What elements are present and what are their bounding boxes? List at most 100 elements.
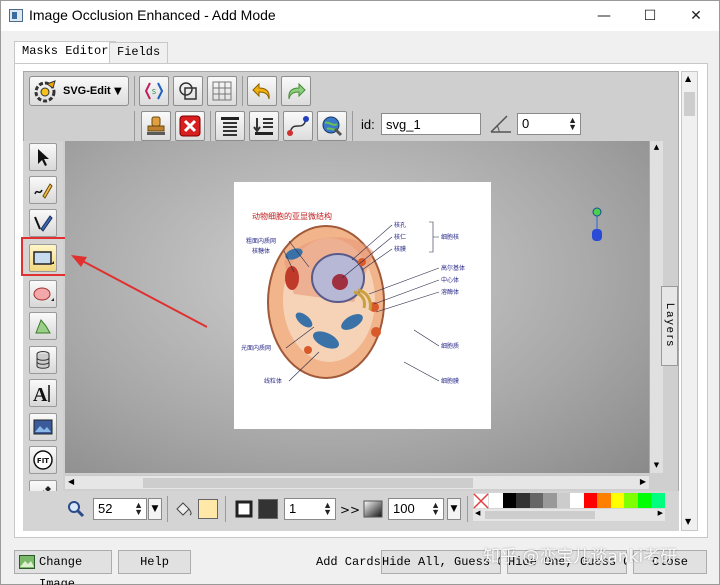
close-window-button[interactable]: ✕ bbox=[673, 1, 719, 31]
database-icon bbox=[36, 351, 50, 369]
polygon-icon bbox=[35, 319, 51, 334]
image-tool[interactable] bbox=[29, 413, 57, 441]
stroke-color-swatch[interactable] bbox=[258, 499, 278, 519]
palette-swatch[interactable] bbox=[610, 493, 625, 508]
tab-masks-editor[interactable]: Masks Editor bbox=[14, 41, 117, 64]
palette-scroll-left-icon[interactable]: ◀ bbox=[475, 509, 480, 517]
hscroll-thumb[interactable] bbox=[143, 478, 473, 488]
stroke-width-value: 1 bbox=[289, 501, 297, 516]
opacity-spin-icon[interactable]: ▲ ▼ bbox=[431, 501, 440, 517]
database-tool[interactable] bbox=[29, 346, 57, 374]
scroll-down-icon[interactable]: ▼ bbox=[685, 517, 691, 526]
palette-swatch[interactable] bbox=[651, 493, 665, 508]
change-image-button[interactable]: Change Image bbox=[14, 550, 112, 585]
stroke-width-field[interactable]: 1 ▲ ▼ bbox=[284, 498, 336, 520]
app-window: Image Occlusion Enhanced - Add Mode — ☐ … bbox=[0, 0, 720, 585]
palette-swatch[interactable] bbox=[489, 493, 503, 508]
palette-scroll-right-icon[interactable]: ▶ bbox=[658, 509, 663, 517]
move-to-bottom-button[interactable] bbox=[249, 111, 279, 141]
ellipse-icon bbox=[33, 287, 54, 301]
opacity-field[interactable]: 100 ▲ ▼ bbox=[388, 498, 444, 520]
label-centrosome: 中心体 bbox=[441, 276, 459, 284]
delete-button[interactable] bbox=[175, 111, 205, 141]
scroll-up-icon[interactable]: ▲ bbox=[685, 74, 691, 83]
select-tool[interactable] bbox=[29, 143, 57, 171]
layers-scroll-up-icon[interactable]: ▲ bbox=[650, 143, 663, 151]
id-field[interactable] bbox=[381, 113, 481, 135]
fit-to-canvas-tool[interactable]: FIT bbox=[29, 446, 57, 474]
scroll-right-icon[interactable]: ▶ bbox=[640, 477, 646, 486]
layers-tab[interactable]: Layers bbox=[661, 286, 678, 366]
palette-scroll-thumb[interactable] bbox=[485, 511, 595, 519]
stroke-width-spin-icon[interactable]: ▲ ▼ bbox=[323, 501, 332, 517]
no-color-icon[interactable] bbox=[473, 493, 489, 509]
grid-button[interactable] bbox=[207, 76, 237, 106]
cell-diagram: 动物细胞的亚显微结构 核孔 核仁 核膜 细胞核 高尔基体 中心体 溶酶体 细胞质… bbox=[241, 211, 465, 385]
redo-icon bbox=[288, 82, 306, 100]
zoom-dropdown[interactable]: ▼ bbox=[148, 498, 162, 520]
label-lysosome: 溶酶体 bbox=[441, 288, 459, 296]
toolbar-divider bbox=[242, 76, 243, 106]
clone-button[interactable] bbox=[141, 111, 171, 141]
angle-field[interactable]: 0 ▲ ▼ bbox=[517, 113, 581, 135]
wireframe-button[interactable] bbox=[173, 76, 203, 106]
watermark: 知乎 @恋宝儿谈anki考研 bbox=[483, 547, 678, 567]
editor-vertical-scrollbar[interactable]: ▲ ▼ bbox=[681, 71, 698, 531]
svg-text:S: S bbox=[152, 88, 156, 96]
palette-swatch[interactable] bbox=[637, 493, 652, 508]
freehand-tool[interactable] bbox=[29, 176, 57, 204]
toolbar-divider bbox=[134, 111, 135, 141]
label-nuclear-pore: 核孔 bbox=[394, 221, 406, 229]
canvas-horizontal-scrollbar[interactable]: ◀ ▶ bbox=[65, 475, 649, 489]
zoom-field[interactable]: 52 ▲ ▼ bbox=[93, 498, 147, 520]
svg-edit-menu-button[interactable]: SVG-Edit ▼ bbox=[29, 76, 129, 106]
opacity-dropdown[interactable]: ▼ bbox=[447, 498, 461, 520]
toolbar-divider bbox=[167, 496, 168, 522]
redo-button[interactable] bbox=[281, 76, 311, 106]
toolbar-divider bbox=[210, 111, 211, 141]
spin-arrows-icon[interactable]: ▲ ▼ bbox=[568, 116, 577, 132]
scroll-thumb[interactable] bbox=[684, 92, 695, 116]
layers-scroll-down-icon[interactable]: ▼ bbox=[650, 461, 663, 469]
palette-swatch[interactable] bbox=[516, 493, 530, 508]
move-bottom-icon bbox=[253, 118, 273, 135]
palette-swatch[interactable] bbox=[583, 493, 598, 508]
ellipse-tool[interactable] bbox=[29, 280, 57, 308]
zoom-spin-icon[interactable]: ▲ ▼ bbox=[134, 501, 143, 517]
path-tool[interactable] bbox=[29, 209, 57, 237]
tab-fields[interactable]: Fields bbox=[109, 42, 169, 63]
undo-button[interactable] bbox=[247, 76, 277, 106]
palette-swatch[interactable] bbox=[543, 493, 557, 508]
stamp-icon bbox=[147, 116, 165, 135]
more-options-icon[interactable]: >> bbox=[340, 503, 360, 517]
palette-swatch[interactable] bbox=[570, 493, 584, 508]
occlusion-image[interactable]: 动物细胞的亚显微结构 核孔 核仁 核膜 细胞核 高尔基体 中心体 溶酶体 细胞质… bbox=[234, 182, 491, 429]
source-code-button[interactable]: S bbox=[139, 76, 169, 106]
edit-path-button[interactable] bbox=[283, 111, 313, 141]
move-to-top-button[interactable] bbox=[215, 111, 245, 141]
id-label: id: bbox=[361, 117, 375, 132]
palette-swatch[interactable] bbox=[502, 493, 517, 508]
palette-swatch[interactable] bbox=[529, 493, 544, 508]
title-bar: Image Occlusion Enhanced - Add Mode — ☐ … bbox=[1, 1, 719, 31]
rotate-handle[interactable] bbox=[589, 206, 605, 244]
angle-icon bbox=[490, 115, 511, 133]
palette-swatch[interactable] bbox=[597, 493, 611, 508]
scroll-left-icon[interactable]: ◀ bbox=[68, 477, 74, 486]
text-tool[interactable]: A bbox=[29, 379, 57, 407]
link-button[interactable] bbox=[317, 111, 347, 141]
opacity-icon bbox=[363, 500, 383, 518]
palette-scrollbar[interactable]: ◀ ▶ bbox=[473, 509, 665, 521]
fill-color-swatch[interactable] bbox=[198, 499, 218, 519]
maximize-button[interactable]: ☐ bbox=[627, 1, 673, 31]
change-image-label: Change Image bbox=[39, 555, 83, 585]
zoom-value: 52 bbox=[98, 501, 113, 516]
cursor-arrow-icon bbox=[38, 149, 49, 166]
toolbar-divider bbox=[467, 496, 468, 522]
help-button[interactable]: Help bbox=[118, 550, 191, 574]
palette-swatch[interactable] bbox=[624, 493, 638, 508]
polygon-tool[interactable] bbox=[29, 312, 57, 340]
minimize-button[interactable]: — bbox=[581, 1, 627, 31]
label-golgi: 高尔基体 bbox=[441, 264, 465, 272]
palette-swatch[interactable] bbox=[556, 493, 571, 508]
